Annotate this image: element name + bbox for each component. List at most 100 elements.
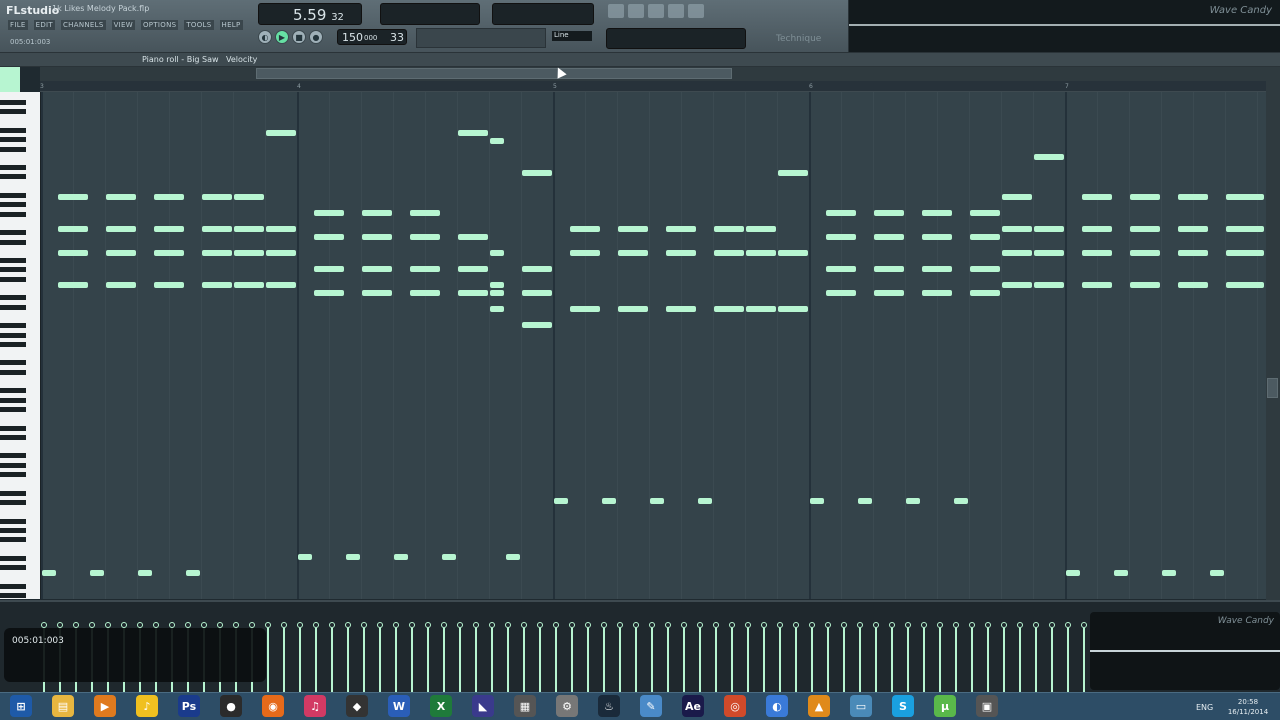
midi-note[interactable]: [458, 290, 488, 296]
velocity-handle[interactable]: [969, 622, 975, 628]
midi-note[interactable]: [362, 210, 392, 216]
pattern-song-toggle[interactable]: ◐: [258, 30, 272, 44]
midi-note[interactable]: [234, 250, 264, 256]
velocity-handle[interactable]: [537, 622, 543, 628]
menu-channels[interactable]: CHANNELS: [60, 20, 106, 30]
steam-icon[interactable]: ♨: [598, 695, 620, 717]
velocity-bar[interactable]: [763, 628, 765, 692]
piano-roll-title[interactable]: Piano roll - Big Saw: [142, 55, 219, 64]
velocity-handle[interactable]: [521, 622, 527, 628]
black-key[interactable]: [0, 193, 26, 198]
midi-note[interactable]: [266, 250, 296, 256]
play-button[interactable]: ▶: [275, 30, 289, 44]
velocity-bar[interactable]: [363, 628, 365, 692]
midi-note[interactable]: [922, 290, 952, 296]
velocity-bar[interactable]: [299, 628, 301, 692]
velocity-handle[interactable]: [905, 622, 911, 628]
velocity-bar[interactable]: [459, 628, 461, 692]
monitor-icon[interactable]: ▭: [850, 695, 872, 717]
midi-note[interactable]: [554, 498, 568, 504]
midi-note[interactable]: [314, 210, 344, 216]
black-key[interactable]: [0, 211, 26, 217]
midi-note[interactable]: [1066, 570, 1080, 576]
velocity-bar[interactable]: [1003, 628, 1005, 692]
velocity-handle[interactable]: [361, 622, 367, 628]
pen-icon[interactable]: ✎: [640, 695, 662, 717]
velocity-handle[interactable]: [809, 622, 815, 628]
midi-note[interactable]: [1130, 250, 1160, 256]
velocity-handle[interactable]: [665, 622, 671, 628]
snap-selector[interactable]: Line: [552, 31, 592, 41]
midi-note[interactable]: [394, 554, 408, 560]
velocity-bar[interactable]: [411, 628, 413, 692]
velocity-bar[interactable]: [779, 628, 781, 692]
velocity-handle[interactable]: [1033, 622, 1039, 628]
unity-icon[interactable]: ◆: [346, 695, 368, 717]
midi-note[interactable]: [746, 250, 776, 256]
black-key[interactable]: [0, 127, 26, 133]
midi-note[interactable]: [362, 266, 392, 272]
velocity-handle[interactable]: [921, 622, 927, 628]
midi-note[interactable]: [154, 226, 184, 232]
velocity-bar[interactable]: [827, 628, 829, 692]
midi-note[interactable]: [778, 250, 808, 256]
midi-note[interactable]: [154, 250, 184, 256]
midi-note[interactable]: [1002, 282, 1032, 288]
velocity-bar[interactable]: [635, 628, 637, 692]
midi-note[interactable]: [746, 226, 776, 232]
velocity-bar[interactable]: [1083, 628, 1085, 692]
midi-note[interactable]: [1178, 282, 1208, 288]
midi-note[interactable]: [618, 226, 648, 232]
black-key[interactable]: [0, 230, 26, 236]
velocity-bar[interactable]: [987, 628, 989, 692]
velocity-bar[interactable]: [843, 628, 845, 692]
midi-note[interactable]: [1034, 282, 1064, 288]
velocity-bar[interactable]: [651, 628, 653, 692]
midi-note[interactable]: [778, 306, 808, 312]
velocity-handle[interactable]: [713, 622, 719, 628]
midi-note[interactable]: [410, 234, 440, 240]
black-key[interactable]: [0, 341, 26, 347]
midi-note[interactable]: [490, 138, 504, 144]
excel-icon[interactable]: X: [430, 695, 452, 717]
velocity-handle[interactable]: [393, 622, 399, 628]
velocity-handle[interactable]: [937, 622, 943, 628]
midi-note[interactable]: [58, 194, 88, 200]
midi-note[interactable]: [154, 194, 184, 200]
settings-icon[interactable]: ⚙: [556, 695, 578, 717]
velocity-bar[interactable]: [907, 628, 909, 692]
midi-note[interactable]: [1178, 226, 1208, 232]
midi-note[interactable]: [970, 266, 1000, 272]
midi-note[interactable]: [106, 194, 136, 200]
utorrent-icon[interactable]: µ: [934, 695, 956, 717]
velocity-handle[interactable]: [761, 622, 767, 628]
tempo-display[interactable]: 150 000 33: [337, 29, 407, 45]
midi-note[interactable]: [458, 266, 488, 272]
scroll-thumb[interactable]: [256, 68, 732, 79]
midi-note[interactable]: [58, 250, 88, 256]
midi-note[interactable]: [570, 226, 600, 232]
velocity-bar[interactable]: [587, 628, 589, 692]
midi-note[interactable]: [410, 210, 440, 216]
midi-note[interactable]: [362, 290, 392, 296]
midi-note[interactable]: [602, 498, 616, 504]
vertical-scrollbar[interactable]: [1266, 67, 1280, 600]
midi-note[interactable]: [298, 554, 312, 560]
midi-note[interactable]: [1002, 250, 1032, 256]
step-sequencer-icon[interactable]: [628, 4, 644, 18]
velocity-handle[interactable]: [1081, 622, 1087, 628]
midi-note[interactable]: [106, 250, 136, 256]
velocity-bar[interactable]: [427, 628, 429, 692]
velocity-handle[interactable]: [953, 622, 959, 628]
velocity-bar[interactable]: [891, 628, 893, 692]
explorer-icon[interactable]: ▤: [52, 695, 74, 717]
midi-note[interactable]: [618, 250, 648, 256]
midi-note[interactable]: [874, 290, 904, 296]
time-display[interactable]: 5.59 32: [258, 3, 362, 25]
midi-note[interactable]: [202, 250, 232, 256]
midi-note[interactable]: [266, 226, 296, 232]
midi-note[interactable]: [970, 210, 1000, 216]
midi-note[interactable]: [1034, 250, 1064, 256]
midi-note[interactable]: [778, 170, 808, 176]
velocity-bar[interactable]: [283, 628, 285, 692]
